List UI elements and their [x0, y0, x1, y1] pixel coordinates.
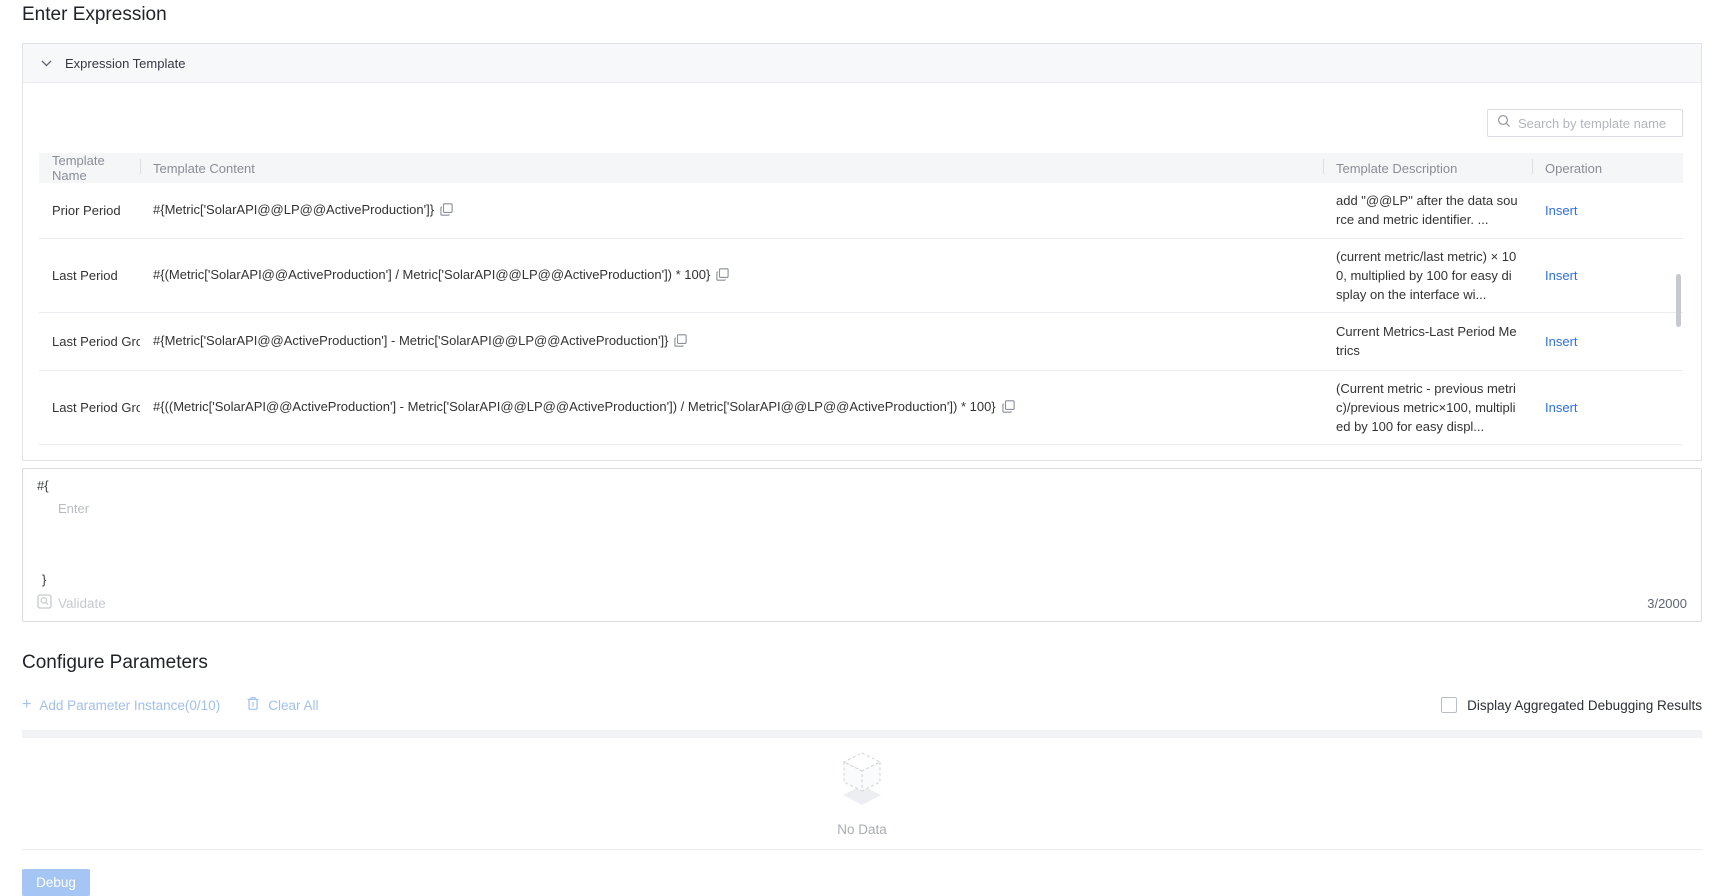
template-content-text: #{Metric['SolarAPI@@ActiveProduction'] -… — [153, 333, 668, 348]
template-description-cell: (current metric/last metric) × 100, mult… — [1323, 238, 1532, 312]
table-row: Last Period Gro... #{((Metric['SolarAPI@… — [39, 370, 1683, 444]
expression-template-collapse-header[interactable]: Expression Template — [23, 44, 1701, 83]
expression-prefix: #{ — [37, 477, 1687, 495]
validate-label: Validate — [58, 596, 106, 611]
copy-icon[interactable] — [716, 268, 729, 284]
template-table-body: Prior Period #{Metric['SolarAPI@@LP@@Act… — [39, 183, 1683, 444]
no-data-cube-icon — [836, 749, 888, 812]
template-content-text: #{((Metric['SolarAPI@@ActiveProduction']… — [153, 399, 996, 414]
expression-page: Enter Expression Expression Template — [0, 0, 1726, 896]
insert-link[interactable]: Insert — [1545, 334, 1578, 349]
panel-body: Template Name Template Content Template … — [23, 83, 1701, 445]
template-name-cell: Last Period Gro... — [39, 312, 140, 370]
copy-icon[interactable] — [674, 334, 687, 350]
panel-title: Expression Template — [65, 56, 185, 71]
template-description-cell: (Current metric - previous metric)/previ… — [1323, 370, 1532, 444]
display-aggregated-debugging-checkbox[interactable] — [1441, 697, 1457, 713]
column-header-template-description: Template Description — [1323, 153, 1532, 183]
configure-parameters-title: Configure Parameters — [22, 650, 1702, 676]
template-description-cell: Current Metrics-Last Period Metrics — [1323, 312, 1532, 370]
debug-button[interactable]: Debug — [22, 869, 90, 896]
template-name-cell: Last Period — [39, 238, 140, 312]
parameter-table-header-strip — [22, 730, 1702, 738]
divider — [22, 849, 1702, 850]
trash-icon — [246, 696, 260, 714]
insert-link[interactable]: Insert — [1545, 268, 1578, 283]
column-header-operation: Operation — [1532, 153, 1683, 183]
template-name-cell: Last Period Gro... — [39, 370, 140, 444]
validate-button[interactable]: Validate — [37, 594, 106, 612]
chevron-down-icon — [41, 60, 52, 67]
template-table: Template Name Template Content Template … — [39, 153, 1683, 445]
add-parameter-instance-button[interactable]: + Add Parameter Instance(0/10) — [22, 698, 220, 713]
copy-icon[interactable] — [1002, 400, 1015, 416]
table-row: Last Period Gro... #{Metric['SolarAPI@@A… — [39, 312, 1683, 370]
validate-icon — [37, 594, 52, 612]
copy-icon[interactable] — [440, 203, 453, 219]
template-description-cell: add "@@LP" after the data source and met… — [1323, 183, 1532, 238]
search-icon — [1497, 114, 1511, 133]
plus-icon: + — [22, 698, 31, 712]
search-input[interactable] — [1518, 116, 1674, 131]
clear-all-label: Clear All — [268, 698, 318, 713]
insert-link[interactable]: Insert — [1545, 203, 1578, 218]
char-counter: 3/2000 — [1647, 596, 1687, 611]
column-header-template-name: Template Name — [39, 153, 140, 183]
clear-all-button[interactable]: Clear All — [246, 696, 318, 714]
template-search-box[interactable] — [1487, 109, 1683, 137]
table-header-row: Template Name Template Content Template … — [39, 153, 1683, 183]
expression-template-panel: Expression Template Template Name Templa… — [22, 43, 1702, 461]
expression-input[interactable]: Enter — [58, 500, 1687, 518]
table-row: Prior Period #{Metric['SolarAPI@@LP@@Act… — [39, 183, 1683, 238]
template-content-text: #{(Metric['SolarAPI@@ActiveProduction'] … — [153, 267, 710, 282]
checkbox-label: Display Aggregated Debugging Results — [1467, 698, 1702, 713]
table-row: Last Period #{(Metric['SolarAPI@@ActiveP… — [39, 238, 1683, 312]
expression-suffix: } — [42, 571, 1687, 589]
template-content-text: #{Metric['SolarAPI@@LP@@ActiveProduction… — [153, 202, 434, 217]
table-scrollbar[interactable] — [1676, 274, 1681, 327]
insert-link[interactable]: Insert — [1545, 400, 1578, 415]
expression-editor: #{ Enter } Validate 3/2000 — [22, 468, 1702, 622]
column-header-template-content: Template Content — [140, 153, 1323, 183]
no-data-label: No Data — [837, 822, 887, 837]
page-title: Enter Expression — [22, 2, 1702, 28]
template-name-cell: Prior Period — [39, 183, 140, 238]
add-parameter-label: Add Parameter Instance(0/10) — [39, 698, 220, 713]
empty-state: No Data — [22, 738, 1702, 837]
